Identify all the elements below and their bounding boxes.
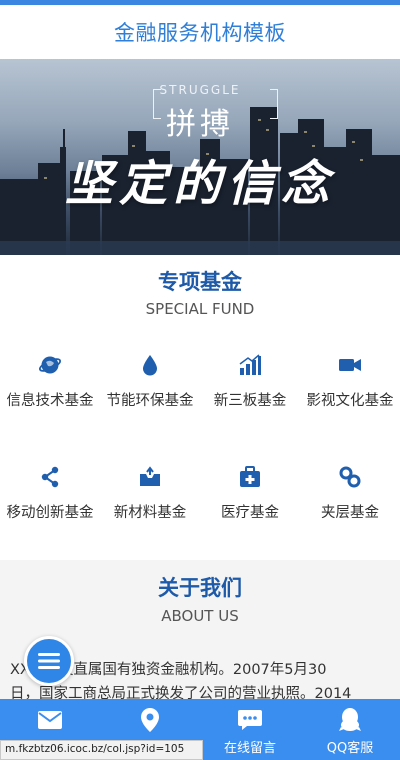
special-fund-subtitle: SPECIAL FUND (145, 300, 255, 318)
nav-qq-service-label: QQ客服 (326, 740, 374, 756)
nav-qq-service[interactable]: QQ客服 (300, 699, 400, 760)
hero-banner[interactable]: STRUGGLE 拼搏 坚定的信念 (0, 59, 400, 255)
nav-message-label: 在线留言 (223, 740, 276, 756)
fund-item-info-tech[interactable]: 信息技术基金 (0, 345, 100, 457)
fund-label: 节能环保基金 (106, 393, 194, 409)
fund-label: 新三板基金 (213, 393, 287, 409)
banner-sub-label: STRUGGLE (159, 83, 241, 97)
share-icon (38, 465, 62, 489)
chat-icon (237, 707, 263, 733)
fund-item-energy-saving[interactable]: 节能环保基金 (100, 345, 200, 457)
fund-item-new-materials[interactable]: 新材料基金 (100, 457, 200, 569)
fund-label: 移动创新基金 (6, 505, 94, 521)
globe-icon (38, 353, 62, 377)
envelope-icon (37, 707, 63, 733)
about-title: 关于我们 (158, 576, 242, 600)
menu-button[interactable] (24, 636, 74, 686)
fund-item-mobile-innovation[interactable]: 移动创新基金 (0, 457, 100, 569)
banner-slogan: 坚定的信念 (64, 156, 335, 212)
map-pin-icon (137, 707, 163, 733)
fund-label: 医疗基金 (221, 505, 279, 521)
medical-kit-icon (238, 465, 262, 489)
fund-label: 夹层基金 (321, 505, 379, 521)
fund-grid: 信息技术基金 节能环保基金 新三板基金 影视文化基金 移动创新基金 新材料基金 (0, 345, 400, 569)
fund-label: 信息技术基金 (6, 393, 94, 409)
header: 金融服务机构模板 (0, 5, 400, 59)
about-subtitle: ABOUT US (161, 607, 239, 625)
bar-chart-icon (238, 353, 262, 377)
nav-message[interactable]: 在线留言 (200, 699, 300, 760)
status-url-bar: m.fkzbtz06.icoc.bz/col.jsp?id=105 (0, 740, 203, 760)
video-camera-icon (338, 353, 362, 377)
water-drop-icon (138, 353, 162, 377)
qq-penguin-icon (337, 707, 363, 733)
fund-item-new-third-board[interactable]: 新三板基金 (200, 345, 300, 457)
inbox-icon (138, 465, 162, 489)
fund-item-medical[interactable]: 医疗基金 (200, 457, 300, 569)
page-title: 金融服务机构模板 (114, 21, 286, 45)
fund-label: 新材料基金 (113, 505, 187, 521)
special-fund-title: 专项基金 (158, 270, 242, 294)
link-icon (338, 465, 362, 489)
fund-label: 影视文化基金 (306, 393, 394, 409)
banner-main-label: 拼搏 (166, 107, 234, 142)
fund-item-mezzanine[interactable]: 夹层基金 (300, 457, 400, 569)
hamburger-icon (38, 653, 60, 669)
fund-item-film-culture[interactable]: 影视文化基金 (300, 345, 400, 457)
